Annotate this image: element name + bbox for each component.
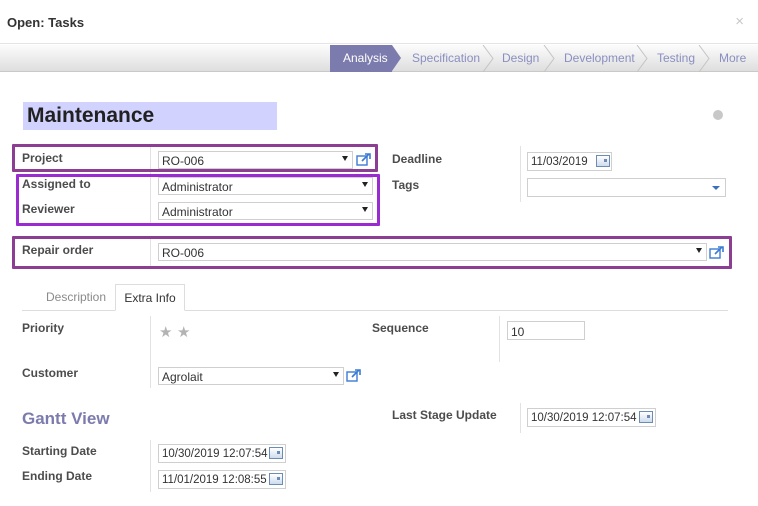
starting-date-label: Starting Date [22, 444, 97, 458]
customer-label: Customer [22, 366, 79, 380]
sequence-value: 10 [511, 325, 525, 339]
calendar-icon[interactable] [269, 473, 283, 485]
ending-date-value: 11/01/2019 12:08:55 [162, 474, 267, 486]
last-stage-update-input[interactable]: 10/30/2019 12:07:54 [527, 408, 656, 427]
star-icon[interactable]: ★ [159, 323, 172, 341]
divider [520, 146, 521, 202]
chevron-right-icon [636, 45, 648, 72]
status-dot-icon[interactable] [713, 110, 723, 120]
customer-select[interactable]: Agrolait [158, 367, 344, 385]
ending-date-input[interactable]: 11/01/2019 12:08:55 [158, 470, 286, 489]
tab-description[interactable]: Description [46, 284, 106, 311]
stage-specification[interactable]: Specification [412, 45, 480, 72]
ending-date-label: Ending Date [22, 469, 93, 483]
last-stage-update-label: Last Stage Update [392, 408, 497, 422]
external-link-icon[interactable] [346, 368, 362, 382]
calendar-icon[interactable] [269, 447, 283, 459]
dropdown-arrow-icon [333, 372, 339, 377]
dialog-header: Open: Tasks × [0, 0, 758, 44]
customer-value: Agrolait [162, 370, 203, 384]
task-name-field[interactable]: Maintenance [23, 102, 277, 130]
task-name: Maintenance [27, 104, 155, 127]
starting-date-value: 10/30/2019 12:07:54 [162, 448, 268, 460]
gantt-view-title: Gantt View [22, 409, 110, 428]
chevron-right-icon [482, 45, 494, 72]
calendar-icon[interactable] [596, 155, 610, 167]
divider [520, 403, 521, 433]
stage-analysis[interactable]: Analysis [330, 45, 401, 72]
highlight-box-assignees [16, 174, 380, 226]
highlight-box-repair-order [12, 236, 732, 269]
divider [499, 316, 500, 362]
sequence-input[interactable]: 10 [507, 321, 585, 340]
stage-testing[interactable]: Testing [657, 45, 695, 72]
deadline-label: Deadline [392, 152, 443, 166]
stage-development[interactable]: Development [564, 45, 635, 72]
divider [150, 440, 151, 492]
stage-more[interactable]: More [719, 45, 746, 72]
priority-label: Priority [22, 321, 65, 335]
chevron-right-icon [698, 45, 710, 72]
deadline-value: 11/03/2019 [531, 156, 588, 168]
dialog-title: Open: Tasks [7, 15, 85, 30]
sequence-label: Sequence [372, 321, 429, 335]
calendar-icon[interactable] [639, 411, 653, 423]
starting-date-input[interactable]: 10/30/2019 12:07:54 [158, 444, 286, 463]
dropdown-arrow-icon [712, 186, 720, 190]
stage-design[interactable]: Design [502, 45, 539, 72]
tags-input[interactable] [527, 178, 726, 197]
tags-label: Tags [392, 178, 420, 192]
tab-extra-info[interactable]: Extra Info [115, 284, 185, 311]
last-stage-update-value: 10/30/2019 12:07:54 [531, 412, 637, 424]
deadline-input[interactable]: 11/03/2019 [527, 152, 612, 171]
chevron-right-icon [543, 45, 555, 72]
highlight-box-project [12, 144, 378, 172]
star-icon[interactable]: ★ [177, 323, 190, 341]
stage-bar: Analysis Specification Design Developmen… [0, 45, 758, 72]
divider [150, 316, 151, 388]
close-icon[interactable]: × [735, 13, 744, 30]
